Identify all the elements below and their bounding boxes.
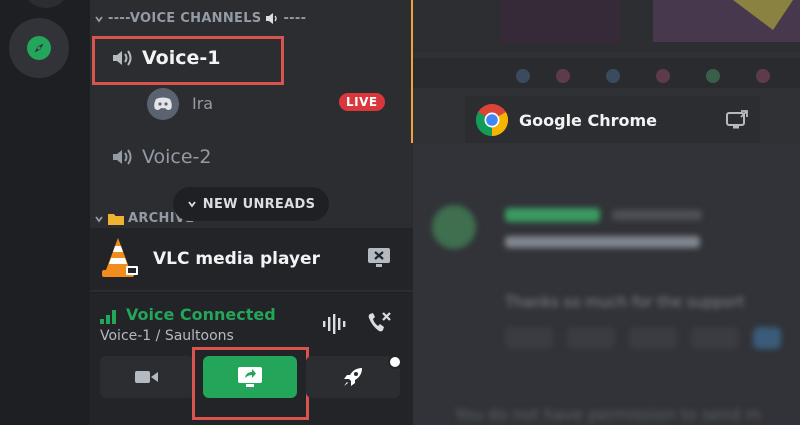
voice-user-name[interactable]: Ira (192, 94, 213, 113)
voice-channel-voice-2[interactable]: Voice-2 (112, 146, 212, 168)
signal-strength-icon (100, 310, 116, 324)
discord-logo-icon (154, 97, 172, 110)
voice-channel-icon (113, 50, 132, 66)
disconnect-button[interactable] (365, 310, 393, 340)
chrome-logo-icon (475, 104, 509, 137)
stream-focus-border (411, 0, 413, 143)
chevron-down-icon (95, 215, 103, 222)
voice-channel-voice-1[interactable]: Voice-1 (112, 47, 221, 69)
message-line (505, 236, 700, 248)
phone-disconnect-icon (368, 312, 391, 332)
message-text: Thanks so much for the support (505, 293, 745, 311)
message-timestamp (612, 210, 702, 220)
category-voice-channels[interactable]: ----VOICE CHANNELS ---- (94, 11, 306, 26)
stream-source-name: VLC media player (153, 249, 320, 269)
camera-icon (135, 371, 158, 383)
voice-channel-name: Voice-2 (142, 146, 212, 168)
share-screen-highlight (192, 347, 309, 420)
new-unreads-label: NEW UNREADS (202, 196, 316, 212)
live-badge: LIVE (339, 93, 385, 111)
explore-servers-button[interactable] (9, 18, 69, 78)
vlc-icon (102, 238, 138, 277)
stop-screen-share-icon (368, 248, 390, 267)
chevron-down-icon (95, 15, 103, 22)
voice-channel-name: Voice-1 (142, 47, 221, 69)
stop-stream-button[interactable] (367, 247, 391, 273)
voice-channel-path[interactable]: Voice-1 / Saultoons (100, 328, 234, 344)
activity-button[interactable] (306, 356, 400, 398)
reactions-row (505, 327, 781, 349)
compass-icon (27, 36, 51, 60)
message-author (505, 208, 600, 222)
noise-suppression-button[interactable] (322, 313, 348, 339)
speaker-icon (266, 13, 278, 24)
folder-icon (108, 213, 124, 225)
activity-notification-dot (388, 355, 402, 369)
new-unreads-pill[interactable]: NEW UNREADS (173, 187, 329, 221)
rocket-icon (344, 368, 362, 386)
avatar (432, 205, 476, 249)
popout-screen-icon[interactable] (726, 110, 748, 130)
chat-area (413, 143, 800, 425)
stream-source-title: Google Chrome (519, 110, 658, 130)
category-voice-suffix: ---- (283, 11, 307, 26)
video-button[interactable] (100, 356, 194, 398)
avatar[interactable] (147, 88, 179, 120)
category-voice-label: ----VOICE CHANNELS (108, 11, 262, 26)
chevron-down-icon (188, 201, 196, 208)
voice-channel-icon (113, 149, 132, 165)
permission-notice: You do not have permission to send m (455, 405, 762, 424)
stream-source-label: Google Chrome (465, 96, 760, 144)
soundwave-icon (323, 314, 346, 334)
voice-connected-status[interactable]: Voice Connected (126, 305, 276, 324)
